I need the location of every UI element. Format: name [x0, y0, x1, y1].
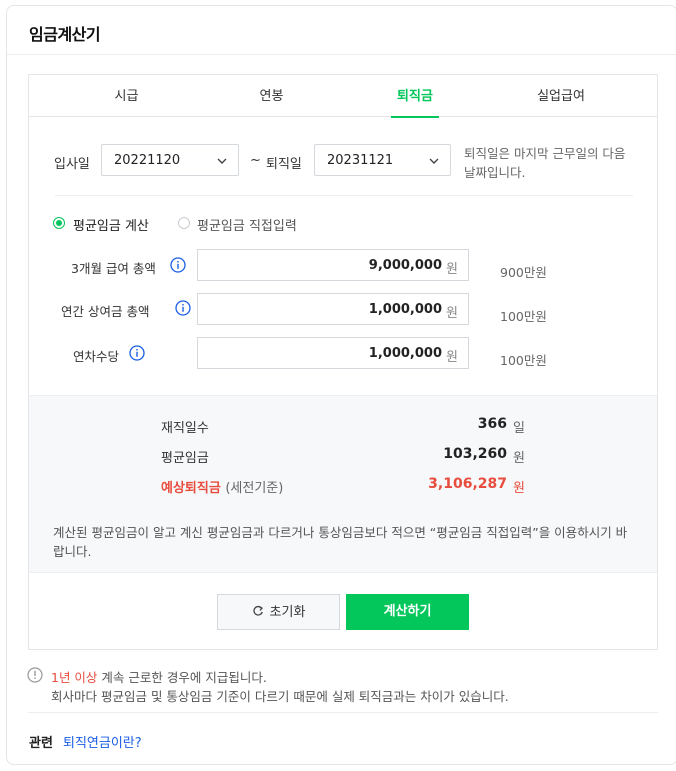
tab-bar: 시급 연봉 퇴직금 실업급여: [29, 75, 657, 118]
start-date-select[interactable]: 20221120: [101, 144, 239, 176]
input-label-annual-bonus: 연간 상여금 총액: [61, 304, 150, 319]
date-range-tilde: ~: [250, 153, 261, 168]
page-title: 임금계산기: [29, 25, 101, 44]
tab-annual-salary[interactable]: 연봉: [225, 75, 318, 117]
result-box: 재직일수 366 일 평균임금 103,260 원 예상퇴직금 (세전기준) 3…: [29, 395, 657, 573]
severance-label-sub: (세전기준): [225, 481, 284, 496]
average-wage-unit: 원: [513, 451, 525, 466]
end-date-label: 퇴직일: [266, 157, 302, 172]
footer-note-highlight: 1년 이상: [51, 670, 98, 685]
input-label-3month-pay: 3개월 급여 총액: [71, 261, 156, 276]
footer-note-line1: 1년 이상 계속 근로한 경우에 지급됩니다.: [51, 667, 267, 686]
end-date-value: 20231121: [327, 153, 394, 168]
input-annual-leave-pay-value: 1,000,000: [368, 346, 442, 361]
input-annual-bonus-value: 1,000,000: [368, 302, 442, 317]
radio-average-wage-calc-label[interactable]: 평균임금 계산: [73, 215, 149, 234]
input-hint-annual-leave-pay: 100만원: [500, 353, 547, 368]
chevron-down-icon: [217, 158, 227, 164]
reset-button[interactable]: 초기화: [217, 594, 340, 630]
calculate-button[interactable]: 계산하기: [346, 594, 469, 630]
result-description: 계산된 평균임금이 알고 계신 평균임금과 다르거나 통상임금보다 적으면 “평…: [53, 525, 628, 559]
calculator-panel: 시급 연봉 퇴직금 실업급여 입사일 20221120 ~ 퇴직일 202311…: [28, 74, 658, 650]
chevron-down-icon: [429, 158, 439, 164]
input-unit: 원: [446, 306, 458, 321]
info-icon[interactable]: [129, 345, 145, 361]
related-link-retirement-pension[interactable]: 퇴직연금이란?: [63, 732, 142, 751]
input-hint-3month-pay: 900만원: [500, 265, 547, 280]
tab-unemployment[interactable]: 실업급여: [509, 75, 613, 117]
reset-button-label: 초기화: [269, 605, 306, 620]
average-wage-value: 103,260: [443, 446, 507, 462]
footer-note-rest: 계속 근로한 경우에 지급됩니다.: [97, 670, 267, 685]
title-divider: [7, 54, 676, 55]
radio-average-wage-direct[interactable]: [178, 217, 190, 229]
input-unit: 원: [446, 350, 458, 365]
input-annual-leave-pay[interactable]: 1,000,000 원: [197, 337, 469, 369]
end-date-select[interactable]: 20231121: [314, 144, 451, 176]
tab-hourly[interactable]: 시급: [29, 75, 224, 117]
end-date-note: 퇴직일은 마지막 근무일의 다음 날짜입니다.: [464, 146, 626, 180]
days-employed-value: 366: [477, 416, 507, 432]
reset-icon: [252, 605, 263, 616]
start-date-label: 입사일: [54, 157, 90, 172]
days-employed-label: 재직일수: [161, 421, 209, 436]
severance-label: 예상퇴직금 (세전기준): [161, 477, 283, 496]
severance-label-text: 예상퇴직금: [161, 481, 221, 496]
days-employed-unit: 일: [513, 421, 525, 436]
input-label-annual-leave-pay: 연차수당: [73, 349, 120, 364]
info-icon[interactable]: [175, 300, 191, 316]
radio-average-wage-calc[interactable]: [53, 217, 65, 229]
radio-average-wage-direct-label[interactable]: 평균임금 직접입력: [197, 215, 297, 234]
info-icon[interactable]: [170, 257, 186, 273]
input-unit: 원: [446, 262, 458, 277]
wage-calculator-card: 임금계산기 시급 연봉 퇴직금 실업급여 입사일 20221120 ~ 퇴직일 …: [6, 5, 676, 765]
related-label: 관련: [29, 736, 53, 751]
severance-unit: 원: [513, 481, 525, 496]
average-wage-label: 평균임금: [161, 451, 209, 466]
input-annual-bonus[interactable]: 1,000,000 원: [197, 293, 469, 325]
footer-divider: [28, 712, 658, 713]
warning-circle-icon: [27, 667, 43, 683]
footer-note-line2: 회사마다 평균임금 및 통상임금 기준이 다르기 때문에 실제 퇴직금과는 차이…: [51, 689, 509, 704]
input-3month-pay[interactable]: 9,000,000 원: [197, 249, 469, 281]
tab-severance[interactable]: 퇴직금: [391, 75, 439, 118]
input-3month-pay-value: 9,000,000: [368, 258, 442, 273]
severance-value: 3,106,287: [428, 476, 507, 492]
start-date-value: 20221120: [114, 153, 181, 168]
divider: [55, 195, 633, 196]
input-hint-annual-bonus: 100만원: [500, 309, 547, 324]
